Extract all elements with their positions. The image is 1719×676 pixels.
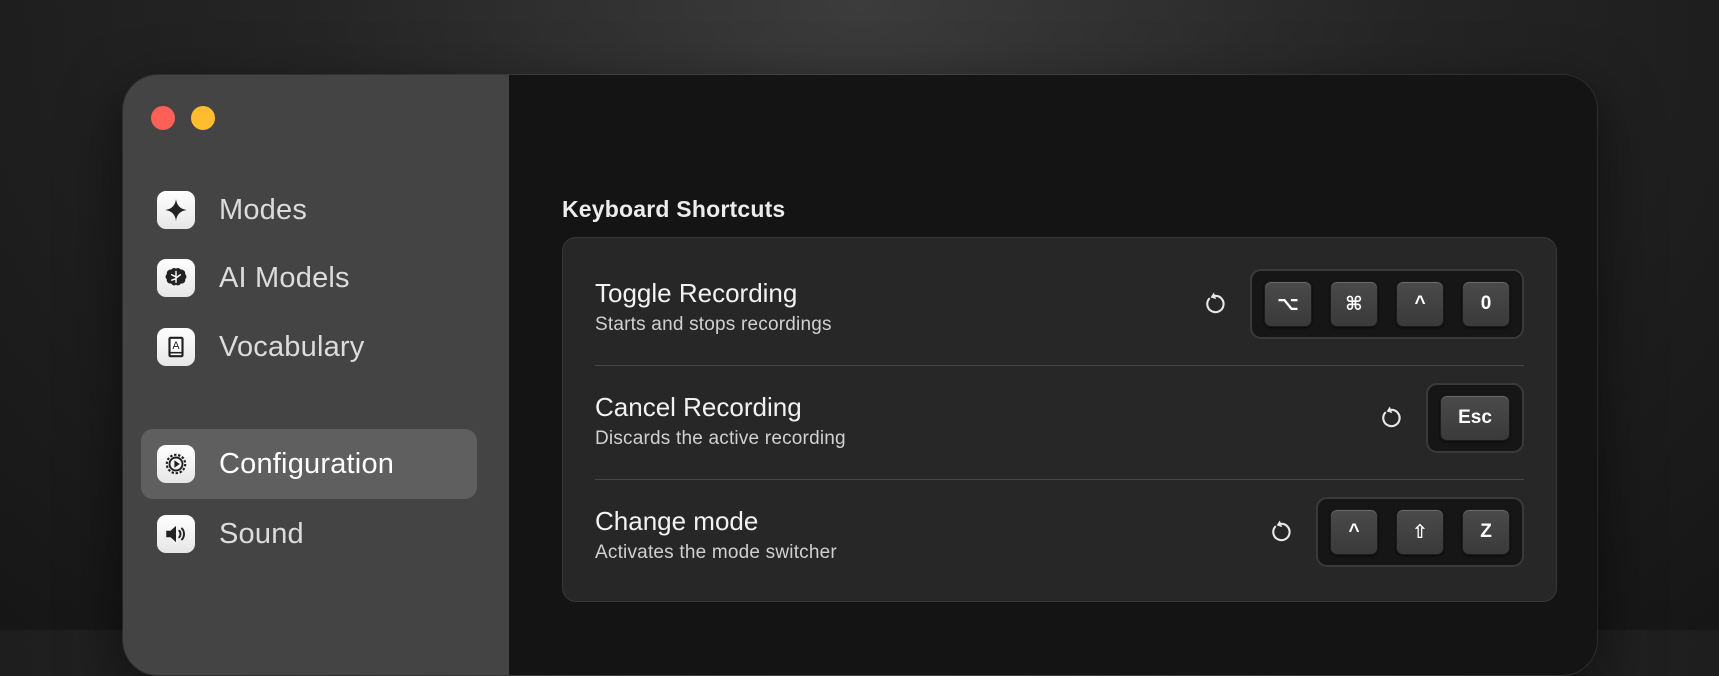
reset-icon[interactable] <box>1266 517 1296 547</box>
sidebar-item-label: Configuration <box>219 447 395 480</box>
key-cap: 0 <box>1462 281 1510 327</box>
section-title: Keyboard Shortcuts <box>562 196 786 222</box>
reset-icon[interactable] <box>1200 289 1230 319</box>
shortcut-recorder[interactable]: ⌥ ⌘ ^ 0 <box>1250 269 1524 339</box>
sidebar-item-label: Vocabulary <box>219 330 365 363</box>
key-cap: ⌘ <box>1330 281 1378 327</box>
shortcut-title: Toggle Recording <box>595 278 798 308</box>
shortcut-title: Change mode <box>595 506 759 536</box>
shortcut-recorder[interactable]: Esc <box>1426 383 1524 453</box>
shortcuts-card: Toggle Recording Starts and stops record… <box>562 237 1557 602</box>
shortcut-subtitle: Starts and stops recordings <box>595 314 832 335</box>
shortcut-controls: ^ ⇧ Z <box>1266 497 1524 567</box>
shortcut-subtitle: Discards the active recording <box>595 428 846 449</box>
sidebar-item-vocabulary[interactable]: A Vocabulary <box>141 312 477 382</box>
key-cap: ⇧ <box>1396 509 1444 555</box>
sidebar-item-label: AI Models <box>219 261 350 294</box>
sidebar-item-label: Modes <box>219 193 308 226</box>
shortcut-row-toggle-recording: Toggle Recording Starts and stops record… <box>595 238 1524 352</box>
shortcut-subtitle: Activates the mode switcher <box>595 542 837 563</box>
minimize-button[interactable] <box>191 106 215 130</box>
shortcut-controls: Esc <box>1376 383 1524 453</box>
brain-icon <box>157 259 195 297</box>
dictionary-icon: A <box>157 328 195 366</box>
key-cap: ⌥ <box>1264 281 1312 327</box>
shortcut-row-change-mode: Change mode Activates the mode switcher … <box>595 466 1524 580</box>
sidebar-item-configuration[interactable]: Configuration <box>141 429 477 499</box>
sidebar-item-sound[interactable]: Sound <box>141 499 477 569</box>
sidebar-item-ai-models[interactable]: AI Models <box>141 243 477 313</box>
reset-icon[interactable] <box>1376 403 1406 433</box>
key-cap: ^ <box>1330 509 1378 555</box>
speaker-icon <box>157 515 195 553</box>
sidebar-item-modes[interactable]: Modes <box>141 175 477 245</box>
key-cap: Esc <box>1440 395 1510 441</box>
key-cap: Z <box>1462 509 1510 555</box>
sidebar: Modes AI Models A Vocabulary Configurati… <box>123 75 509 675</box>
sparkle-icon <box>157 191 195 229</box>
shortcut-controls: ⌥ ⌘ ^ 0 <box>1200 269 1524 339</box>
gear-icon <box>157 445 195 483</box>
main-panel: Keyboard Shortcuts Toggle Recording Star… <box>509 75 1597 675</box>
svg-text:A: A <box>172 340 180 352</box>
shortcut-title: Cancel Recording <box>595 392 802 422</box>
shortcut-recorder[interactable]: ^ ⇧ Z <box>1316 497 1524 567</box>
close-button[interactable] <box>151 106 175 130</box>
key-cap: ^ <box>1396 281 1444 327</box>
shortcut-row-cancel-recording: Cancel Recording Discards the active rec… <box>595 352 1524 466</box>
app-window: Modes AI Models A Vocabulary Configurati… <box>122 74 1598 676</box>
sidebar-item-label: Sound <box>219 517 304 550</box>
window-controls <box>151 106 215 130</box>
